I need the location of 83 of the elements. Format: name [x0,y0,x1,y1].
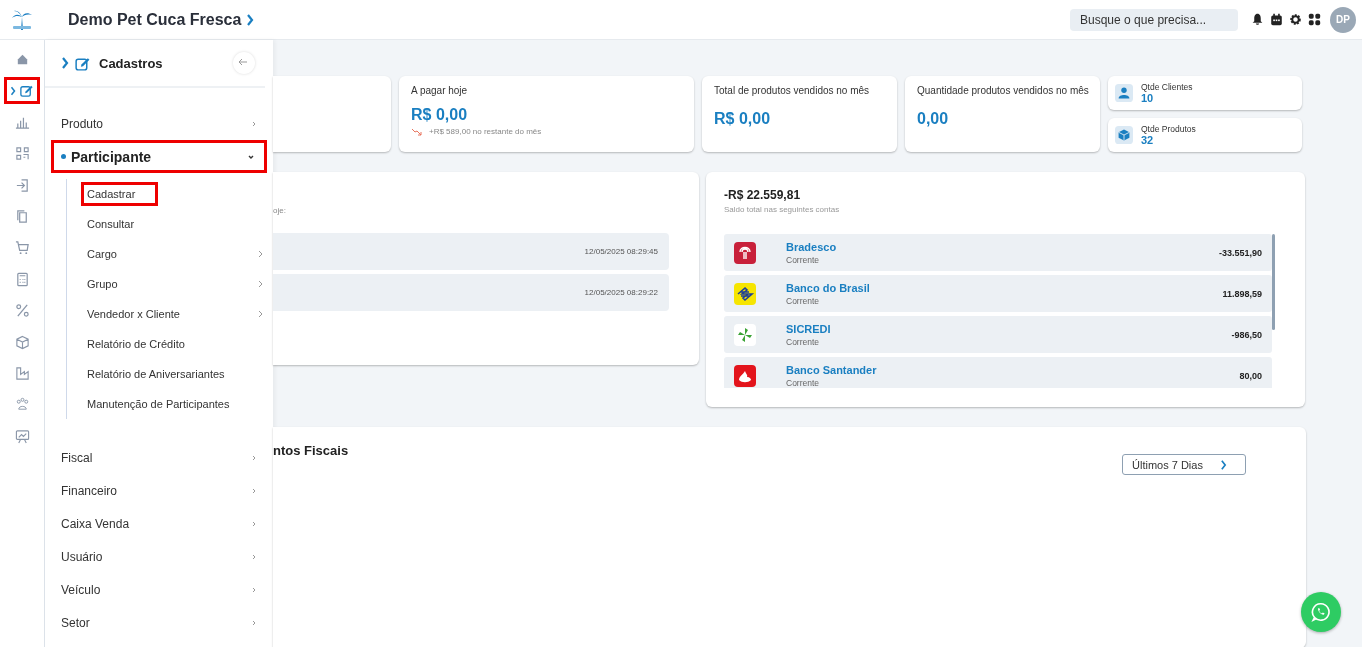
menu-item[interactable]: Participante [51,140,267,173]
submenu-item[interactable]: Cargo [81,242,123,266]
presentation-icon[interactable] [14,428,30,444]
bank-logo-icon [734,282,756,305]
bank-name: Banco do Brasil [786,281,870,294]
chevron-right-icon[interactable] [246,13,255,26]
bank-name: Banco Santander [786,363,877,376]
chevron-right-icon [1220,459,1227,470]
account-balance: 80,00 [1239,370,1262,381]
card-title: ntos Fiscais [273,443,349,458]
calendar-icon[interactable] [1270,13,1283,26]
counter-value: 32 [1141,134,1155,146]
submenu-item[interactable]: Vendedor x Cliente [81,302,186,326]
chevron-right-icon [10,85,16,96]
account-type: Corrente [786,336,821,347]
stat-label: Total de produtos vendidos no mês [714,85,871,96]
box-icon [1115,126,1133,144]
arrow-left-icon [237,56,249,68]
balance-caption: Saldo total nas seguintes contas [724,205,841,214]
counter-value: 10 [1141,92,1155,104]
bank-name: Bradesco [786,240,837,253]
bank-logo-icon [734,323,756,346]
bank-logo-icon [734,364,756,387]
account-type: Corrente [786,377,821,388]
cube-icon[interactable] [14,334,30,350]
account-row[interactable]: Bradesco Corrente -33.551,90 [724,234,1272,271]
balance-total: -R$ 22.559,81 [724,188,802,202]
factory-icon[interactable] [14,365,30,381]
edit-icon[interactable] [19,83,34,99]
submenu-item[interactable]: Cadastrar [81,182,159,206]
company-name[interactable]: Demo Pet Cuca Fresca [68,10,242,29]
menu-item[interactable]: Fiscal [51,441,267,474]
menu-item[interactable]: Setor [51,606,267,639]
percent-icon[interactable] [14,303,30,319]
apps-grid-icon[interactable] [1308,13,1321,26]
search-field[interactable]: Busque o que precisa... [1070,8,1238,31]
stat-label: A pagar hoje [411,85,469,96]
menu-item[interactable]: Produto [51,107,267,140]
submenu-item[interactable]: Grupo [81,272,124,296]
stat-value: 0,00 [917,110,950,128]
submenu-item[interactable]: Relatório de Crédito [81,332,191,356]
bank-logo-icon [734,241,756,264]
menu-title: Cadastros [99,55,164,71]
stat-value: R$ 0,00 [714,110,772,128]
counter-label: Qtde Clientes [1141,82,1193,92]
activity-time: 12/05/2025 08:29:45 [584,247,658,256]
bell-icon[interactable] [1251,13,1264,26]
login-icon[interactable] [14,177,30,193]
menu-item[interactable]: Veículo [51,573,267,606]
activity-subtitle: oje: [273,206,287,215]
stat-note: +R$ 589,00 no restante do mês [429,127,542,136]
submenu-item[interactable]: Consultar [81,212,141,236]
calculator-icon[interactable] [14,271,30,287]
bank-name: SICREDI [786,322,831,335]
cart-icon[interactable] [14,240,30,256]
period-dropdown[interactable]: Últimos 7 Dias [1122,454,1246,475]
stat-label: Quantidade produtos vendidos no mês [917,85,1088,96]
back-button[interactable] [233,52,255,74]
stat-value: R$ 0,00 [411,106,469,124]
whatsapp-button[interactable] [1301,592,1341,632]
copy-icon[interactable] [14,208,30,224]
qr-code-icon[interactable] [14,146,30,162]
menu-item[interactable]: Usuário [51,540,267,573]
chevron-right-icon [61,57,69,69]
account-row[interactable]: Banco do Brasil Corrente 11.898,59 [724,275,1272,312]
account-balance: 11.898,59 [1222,288,1262,299]
menu-item[interactable]: Financeiro [51,474,267,507]
account-balance: -33.551,90 [1218,247,1262,258]
submenu-item[interactable]: Manutenção de Participantes [81,392,236,416]
submenu-item[interactable]: Relatório de Aniversariantes [81,362,231,386]
account-type: Corrente [786,295,821,306]
account-type: Corrente [786,254,821,265]
menu-item[interactable]: Caixa Venda [51,507,267,540]
activity-time: 12/05/2025 08:29:22 [584,288,658,297]
chat-bubble-icon [1310,601,1332,623]
account-balance: -986,50 [1231,329,1262,340]
account-row[interactable]: SICREDI Corrente -986,50 [724,316,1272,353]
trend-down-icon [411,127,423,136]
account-row[interactable]: Banco Santander Corrente 80,00 [724,357,1272,388]
paw-icon[interactable] [14,397,30,413]
settings-icon[interactable] [1289,13,1302,26]
user-icon [1115,84,1133,102]
counter-label: Qtde Produtos [1141,124,1196,134]
